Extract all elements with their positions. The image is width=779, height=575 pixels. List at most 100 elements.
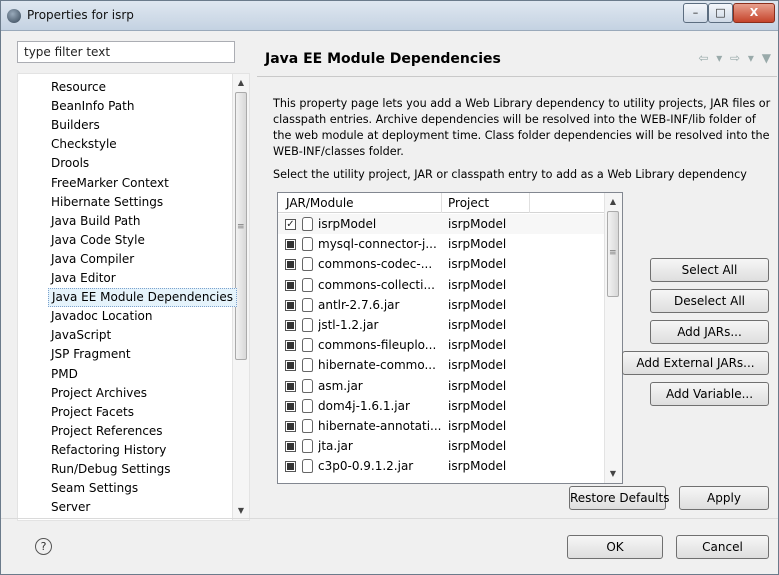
table-row[interactable]: commons-collecti... isrpModel	[278, 275, 605, 295]
tree-item[interactable]: Checkstyle	[48, 135, 120, 154]
table-row[interactable]: mysql-connector-j... isrpModel	[278, 234, 605, 254]
header-divider	[257, 76, 777, 77]
row-checkbox[interactable]	[285, 380, 296, 392]
row-name: asm.jar	[318, 378, 363, 393]
column-header-jar-module[interactable]: JAR/Module	[286, 196, 354, 210]
row-checkbox[interactable]	[285, 320, 296, 331]
tree-item[interactable]: Project Facets	[48, 403, 137, 422]
help-icon[interactable]: ?	[35, 538, 52, 555]
row-checkbox[interactable]	[285, 299, 296, 311]
jar-icon	[302, 297, 313, 312]
tree-item[interactable]: Hibernate Settings	[48, 193, 166, 212]
tree-item[interactable]: Java Compiler	[48, 250, 137, 269]
scroll-down-arrow[interactable]: ▼	[233, 504, 249, 518]
tree-item[interactable]: Project References	[48, 422, 166, 441]
apply-button[interactable]: Apply	[679, 486, 769, 510]
row-checkbox[interactable]	[285, 259, 296, 271]
select-all-button[interactable]: Select All	[650, 258, 769, 282]
row-name: commons-fileuplo...	[318, 338, 437, 353]
table-row[interactable]: hibernate-commo... isrpModel	[278, 355, 605, 375]
row-checkbox[interactable]	[285, 421, 296, 432]
tree-item[interactable]: Java Code Style	[48, 231, 148, 250]
table-row[interactable]: jta.jar isrpModel	[278, 436, 605, 456]
jar-icon	[302, 237, 313, 252]
table-scroll-up-arrow[interactable]: ▲	[605, 195, 621, 209]
title-bar[interactable]: Properties for isrp – □ X	[1, 1, 778, 31]
row-checkbox[interactable]	[285, 400, 296, 412]
ok-button[interactable]: OK	[567, 535, 663, 559]
tree-item[interactable]: Project Archives	[48, 384, 150, 403]
table-row[interactable]: ✓ isrpModel isrpModel	[278, 214, 605, 234]
table-row[interactable]: c3p0-0.9.1.2.jar isrpModel	[278, 456, 605, 476]
row-name: c3p0-0.9.1.2.jar	[318, 459, 414, 474]
table-row[interactable]: asm.jar isrpModel	[278, 376, 605, 396]
row-project: isrpModel	[448, 297, 507, 312]
row-checkbox[interactable]	[285, 360, 296, 372]
scroll-grip-icon: ≡	[237, 222, 245, 232]
add-variable-button[interactable]: Add Variable...	[650, 382, 769, 406]
maximize-button[interactable]: □	[708, 3, 733, 23]
tree-item[interactable]: FreeMarker Context	[48, 174, 172, 193]
tree-item[interactable]: Seam Settings	[48, 479, 141, 498]
bottom-divider	[1, 518, 778, 519]
tree-item[interactable]: Run/Debug Settings	[48, 460, 174, 479]
left-pane: type filter text ▲ ≡ ▼ Resource BeanInfo …	[17, 41, 250, 521]
property-tree: ▲ ≡ ▼ Resource BeanInfo Path Builders Check…	[17, 73, 250, 521]
eclipse-icon	[7, 9, 21, 23]
row-name: jstl-1.2.jar	[318, 318, 379, 332]
row-name: dom4j-1.6.1.jar	[318, 398, 410, 413]
cancel-button[interactable]: Cancel	[676, 535, 769, 559]
table-scrollbar[interactable]: ▲ ≡ ▼	[604, 193, 622, 483]
jar-icon	[302, 318, 313, 332]
tree-item[interactable]: BeanInfo Path	[48, 97, 137, 116]
table-scroll-down-arrow[interactable]: ▼	[605, 467, 621, 481]
jar-icon	[302, 277, 313, 292]
add-jars-button[interactable]: Add JARs...	[650, 320, 769, 344]
properties-dialog: Properties for isrp – □ X type filter te…	[0, 0, 779, 575]
table-row[interactable]: dom4j-1.6.1.jar isrpModel	[278, 396, 605, 416]
row-checkbox[interactable]	[285, 340, 296, 352]
nav-arrows-icon[interactable]: ⇦ ▾ ⇨ ▾ ▼	[698, 51, 773, 65]
row-project: isrpModel	[448, 378, 507, 393]
tree-item[interactable]: Drools	[48, 154, 92, 173]
row-project: isrpModel	[448, 217, 507, 231]
close-button[interactable]: X	[733, 3, 775, 23]
table-row[interactable]: antlr-2.7.6.jar isrpModel	[278, 295, 605, 315]
restore-defaults-button[interactable]: Restore Defaults	[569, 486, 669, 510]
row-checkbox[interactable]	[285, 279, 296, 291]
add-external-jars-button[interactable]: Add External JARs...	[622, 351, 769, 375]
tree-item[interactable]: PMD	[48, 365, 81, 384]
tree-item[interactable]: Java EE Module Dependencies	[48, 288, 237, 308]
jar-icon	[302, 398, 313, 413]
tree-item[interactable]: Resource	[48, 78, 109, 97]
table-row[interactable]: commons-codec-... isrpModel	[278, 254, 605, 274]
row-checkbox[interactable]: ✓	[285, 219, 296, 230]
tree-item[interactable]: JavaScript	[48, 326, 114, 345]
select-label: Select the utility project, JAR or class…	[273, 168, 747, 181]
scroll-up-arrow[interactable]: ▲	[233, 76, 249, 90]
row-checkbox[interactable]	[285, 441, 296, 453]
table-row[interactable]: commons-fileuplo... isrpModel	[278, 335, 605, 355]
tree-item[interactable]: Java Build Path	[48, 212, 143, 231]
row-project: isrpModel	[448, 277, 507, 292]
tree-item[interactable]: Javadoc Location	[48, 307, 155, 326]
tree-item[interactable]: JSP Fragment	[48, 345, 134, 364]
table-row[interactable]: jstl-1.2.jar isrpModel	[278, 315, 605, 335]
tree-item[interactable]: Java Editor	[48, 269, 119, 288]
row-checkbox[interactable]	[285, 461, 296, 473]
row-checkbox[interactable]	[285, 239, 296, 251]
row-project: isrpModel	[448, 459, 507, 474]
tree-item[interactable]: Builders	[48, 116, 103, 135]
tree-item[interactable]: Refactoring History	[48, 441, 169, 460]
tree-item[interactable]: Server	[48, 498, 93, 517]
row-name: hibernate-annotati...	[318, 419, 442, 433]
row-project: isrpModel	[448, 398, 507, 413]
deselect-all-button[interactable]: Deselect All	[650, 289, 769, 313]
minimize-button[interactable]: –	[683, 3, 708, 23]
jar-icon	[302, 439, 313, 454]
table-row[interactable]: hibernate-annotati... isrpModel	[278, 416, 605, 436]
row-name: hibernate-commo...	[318, 358, 436, 373]
filter-input[interactable]: type filter text	[17, 41, 235, 63]
row-name: jta.jar	[318, 439, 353, 454]
column-header-project[interactable]: Project	[448, 196, 489, 210]
